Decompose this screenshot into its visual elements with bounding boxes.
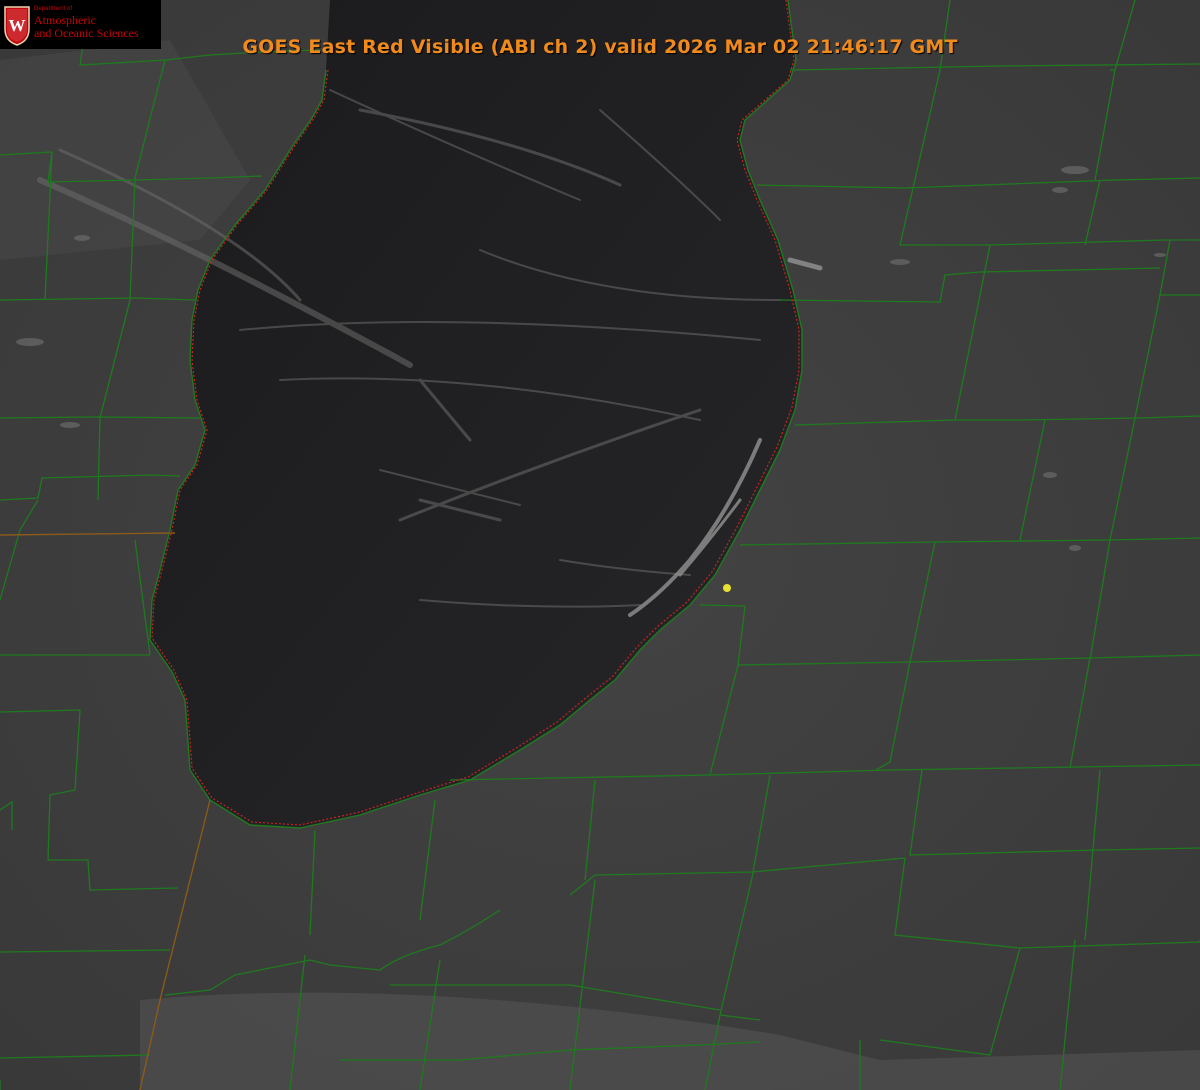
location-marker (723, 584, 731, 592)
image-title: GOES East Red Visible (ABI ch 2) valid 2… (242, 36, 958, 58)
svg-text:W: W (9, 16, 26, 35)
satellite-map (0, 0, 1200, 1090)
logo-department: Department of (34, 6, 73, 12)
